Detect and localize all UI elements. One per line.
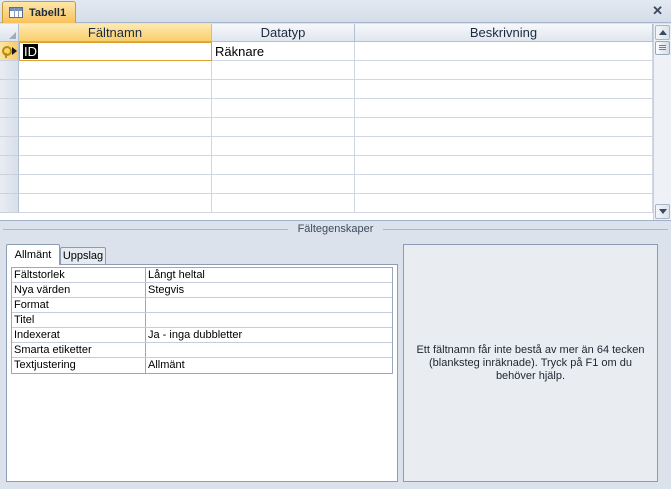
property-name: Nya värden (12, 283, 146, 297)
data-type-cell[interactable] (212, 175, 355, 194)
document-tab-bar: Tabell1 ✕ (0, 0, 671, 23)
row-selector[interactable] (0, 137, 19, 156)
property-value[interactable]: Långt heltal (146, 268, 392, 282)
column-header-description[interactable]: Beskrivning (355, 24, 653, 42)
field-name-cell[interactable] (19, 118, 212, 137)
row-selector[interactable] (0, 80, 19, 99)
row-selector[interactable] (0, 194, 19, 213)
field-name-cell[interactable]: ID (19, 42, 212, 61)
row-selector[interactable] (0, 156, 19, 175)
selected-text: ID (23, 44, 38, 59)
primary-key-icon (2, 46, 12, 58)
field-design-grid: Fältnamn Datatyp Beskrivning ID Räknare (0, 24, 671, 221)
field-name-cell[interactable] (19, 175, 212, 194)
tab-lookup[interactable]: Uppslag (60, 247, 106, 264)
description-cell[interactable] (355, 137, 653, 156)
property-name: Fältstorlek (12, 268, 146, 282)
property-name: Titel (12, 313, 146, 327)
description-cell[interactable] (355, 42, 653, 61)
field-name-cell[interactable] (19, 137, 212, 156)
property-name: Indexerat (12, 328, 146, 342)
field-name-cell[interactable] (19, 99, 212, 118)
document-tab[interactable]: Tabell1 (2, 1, 76, 23)
property-row[interactable]: Smarta etiketter (12, 343, 392, 358)
current-row-arrow-icon (12, 47, 17, 55)
row-selector[interactable] (0, 99, 19, 118)
field-properties-title: Fältegenskaper (0, 222, 671, 236)
grid-select-all[interactable] (0, 24, 19, 42)
field-name-cell[interactable] (19, 61, 212, 80)
properties-table: Fältstorlek Långt heltal Nya värden Stegvis… (11, 267, 393, 374)
column-header-field-name[interactable]: Fältnamn (19, 24, 212, 42)
property-row[interactable]: Textjustering Allmänt (12, 358, 392, 373)
row-selector[interactable] (0, 42, 19, 61)
data-type-cell[interactable] (212, 99, 355, 118)
row-selector[interactable] (0, 118, 19, 137)
property-value[interactable]: Stegvis (146, 283, 392, 297)
scroll-thumb[interactable] (655, 41, 670, 55)
field-name-cell[interactable] (19, 194, 212, 213)
description-cell[interactable] (355, 61, 653, 80)
property-value[interactable] (146, 313, 392, 327)
tab-general[interactable]: Allmänt (6, 244, 60, 265)
data-type-cell[interactable] (212, 156, 355, 175)
property-value[interactable]: Ja - inga dubbletter (146, 328, 392, 342)
description-cell[interactable] (355, 118, 653, 137)
property-name: Smarta etiketter (12, 343, 146, 357)
property-value[interactable]: Allmänt (146, 358, 392, 373)
property-value[interactable] (146, 343, 392, 357)
property-name: Format (12, 298, 146, 312)
property-row[interactable]: Indexerat Ja - inga dubbletter (12, 328, 392, 343)
description-cell[interactable] (355, 156, 653, 175)
property-row[interactable]: Format (12, 298, 392, 313)
row-selector[interactable] (0, 175, 19, 194)
property-row[interactable]: Nya värden Stegvis (12, 283, 392, 298)
description-cell[interactable] (355, 80, 653, 99)
scroll-down-button[interactable] (655, 204, 670, 219)
row-selector[interactable] (0, 61, 19, 80)
vertical-scrollbar[interactable] (653, 24, 671, 220)
document-tab-title: Tabell1 (29, 6, 67, 19)
scroll-up-button[interactable] (655, 25, 670, 40)
description-cell[interactable] (355, 175, 653, 194)
field-name-cell[interactable] (19, 80, 212, 99)
data-type-cell[interactable] (212, 137, 355, 156)
column-header-data-type[interactable]: Datatyp (212, 24, 355, 42)
field-properties-panel: Allmänt Uppslag Fältstorlek Långt heltal N… (6, 244, 398, 482)
data-type-cell[interactable] (212, 118, 355, 137)
help-text: Ett fältnamn får inte bestå av mer än 64… (416, 343, 645, 382)
property-row[interactable]: Titel (12, 313, 392, 328)
properties-box: Fältstorlek Långt heltal Nya värden Stegvis… (6, 264, 398, 482)
close-icon[interactable]: ✕ (652, 3, 663, 19)
help-panel: Ett fältnamn får inte bestå av mer än 64… (403, 244, 658, 482)
data-type-cell[interactable]: Räknare (212, 42, 355, 61)
table-icon (9, 7, 23, 18)
data-type-cell[interactable] (212, 61, 355, 80)
property-name: Textjustering (12, 358, 146, 373)
description-cell[interactable] (355, 99, 653, 118)
property-row[interactable]: Fältstorlek Långt heltal (12, 268, 392, 283)
data-type-cell[interactable] (212, 194, 355, 213)
description-cell[interactable] (355, 194, 653, 213)
data-type-cell[interactable] (212, 80, 355, 99)
field-name-cell[interactable] (19, 156, 212, 175)
property-value[interactable] (146, 298, 392, 312)
